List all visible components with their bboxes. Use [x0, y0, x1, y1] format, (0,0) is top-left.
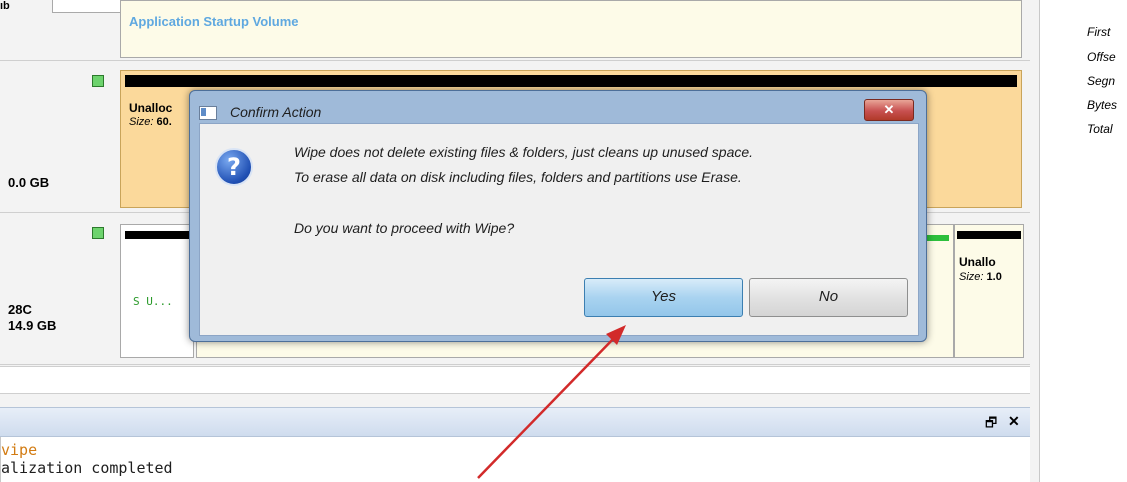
float-panel-icon[interactable]: 🗗 — [985, 414, 997, 436]
partition-usage-bar-green — [927, 235, 949, 241]
disk-label-fragment: ıb — [0, 0, 10, 12]
dialog-content: ? Wipe does not delete existing files & … — [199, 123, 919, 336]
no-button[interactable]: No — [749, 278, 908, 317]
disk-status-led — [92, 75, 104, 87]
question-icon: ? — [215, 148, 253, 186]
partition-app-startup[interactable]: Application Startup Volume — [120, 0, 1022, 58]
log-panel-header: 🗗 ✕ — [0, 407, 1030, 437]
close-panel-icon[interactable]: ✕ — [1008, 413, 1020, 430]
log-line: alization completed — [1, 459, 173, 477]
dialog-question: Do you want to proceed with Wipe? — [294, 220, 515, 236]
dialog-message-line2: To erase all data on disk including file… — [294, 169, 742, 185]
disk-model-label: 28C — [8, 302, 32, 317]
partition-name: Application Startup Volume — [129, 14, 299, 29]
partition-size: Size: 60. — [129, 116, 172, 128]
window-icon — [199, 106, 217, 120]
partition-name: Unallo — [959, 255, 996, 269]
property-label: First — [1087, 25, 1111, 39]
partition-system[interactable]: S U... — [120, 224, 194, 358]
partition-usage-bar — [125, 75, 1017, 87]
dialog-message-line1: Wipe does not delete existing files & fo… — [294, 144, 754, 160]
partition-fs-label: S U... — [133, 295, 173, 308]
disk-size-label: 14.9 GB — [8, 318, 57, 333]
dialog-title: Confirm Action — [230, 104, 322, 120]
yes-button[interactable]: Yes — [584, 278, 743, 317]
partition-usage-bar — [125, 231, 193, 239]
partition-size: Size: 1.0 — [959, 271, 1002, 283]
disk-row-1: ıb Application Startup Volume — [0, 0, 1030, 61]
property-label: Offse — [1087, 50, 1116, 64]
partition-name: Unalloc — [129, 101, 173, 115]
partition-usage-bar — [957, 231, 1021, 239]
log-line: vipe — [1, 441, 38, 459]
empty-disk-row — [0, 366, 1030, 394]
close-button[interactable]: ✕ — [864, 99, 914, 121]
partition-unallocated-2[interactable]: Unallo Size: 1.0 — [954, 224, 1024, 358]
property-label: Segn — [1087, 74, 1116, 88]
property-label: Bytes — [1087, 98, 1118, 112]
property-label: Total — [1087, 122, 1113, 136]
confirm-dialog: Confirm Action ✕ ? Wipe does not delete … — [189, 90, 927, 342]
disk-status-led — [92, 227, 104, 239]
log-panel-body: vipe alization completed — [0, 437, 1030, 482]
disk-size-label: 0.0 GB — [8, 175, 50, 190]
